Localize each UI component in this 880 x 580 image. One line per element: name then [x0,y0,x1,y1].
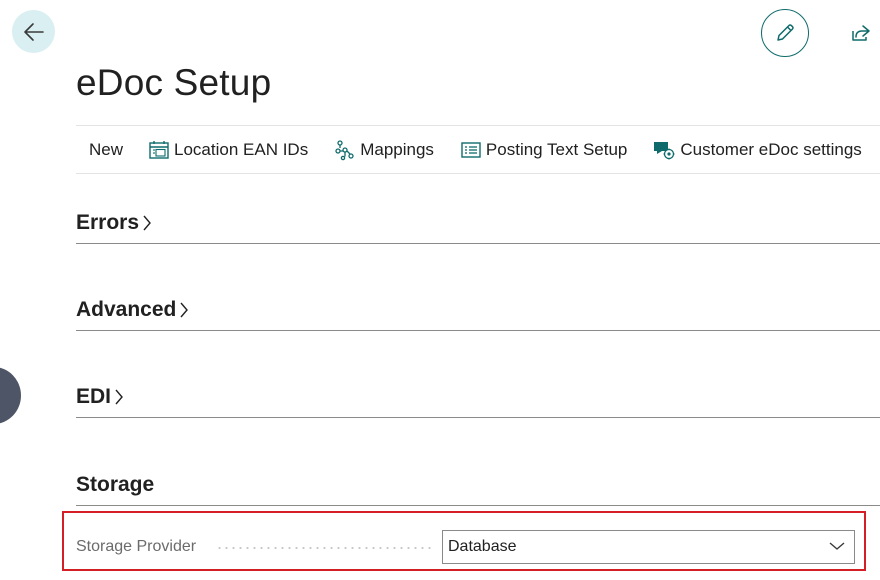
field-leader-dots [216,547,432,549]
section-errors-title: Errors [76,211,140,234]
location-ean-ids-label: Location EAN IDs [174,139,309,159]
storage-provider-select[interactable]: Database [442,530,855,564]
storage-provider-value: Database [448,538,517,555]
list-card-icon [461,141,481,158]
arrow-left-icon [23,22,44,41]
chevron-right-icon [143,215,151,231]
section-storage-title: Storage [76,473,155,496]
mapping-tree-icon [335,139,354,160]
new-action[interactable]: New [89,126,123,173]
share-button[interactable] [848,20,874,46]
mappings-action[interactable]: Mappings [334,126,434,173]
share-icon [852,25,870,41]
posting-text-setup-label: Posting Text Setup [485,139,628,159]
page-title: eDoc Setup [76,62,272,103]
customer-edoc-settings-label: Customer eDoc settings [680,139,862,159]
back-button[interactable] [12,10,55,53]
customer-edoc-settings-action[interactable]: Customer eDoc settings [652,126,862,173]
section-advanced-title: Advanced [76,298,177,321]
chevron-right-icon [180,302,189,318]
section-edi-title: EDI [76,385,112,408]
side-panel-handle[interactable] [0,367,21,424]
action-bar: New Location EAN IDs Mappings Posting Te… [76,125,880,174]
pencil-icon [777,24,794,41]
storage-provider-label: Storage Provider [76,538,197,555]
new-action-label: New [89,139,124,159]
section-advanced[interactable]: Advanced [76,292,880,331]
edit-button[interactable] [761,9,809,57]
chevron-right-icon [115,389,123,405]
mappings-label: Mappings [360,139,434,159]
section-edi[interactable]: EDI [76,379,880,418]
location-ean-ids-action[interactable]: Location EAN IDs [148,126,308,173]
section-storage[interactable]: Storage [76,466,880,506]
posting-text-setup-action[interactable]: Posting Text Setup [460,126,627,173]
customer-settings-icon [654,141,675,159]
chevron-down-icon [829,542,845,550]
calendar-grid-icon [149,140,169,159]
section-errors[interactable]: Errors [76,205,880,244]
